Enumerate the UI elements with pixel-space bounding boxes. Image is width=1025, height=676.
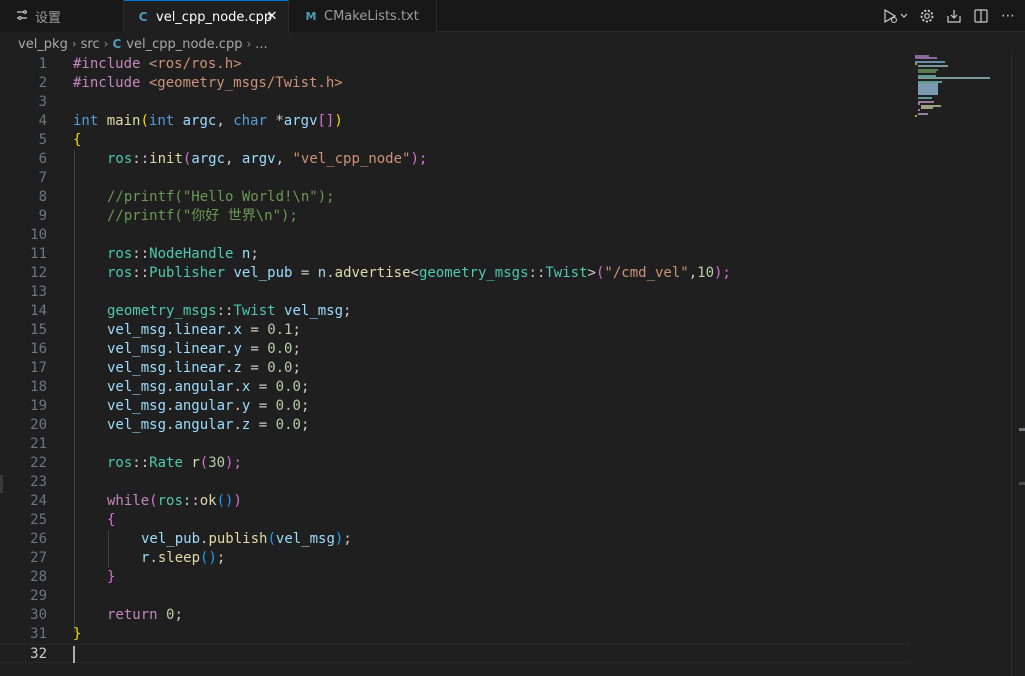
code-line[interactable]: ros::NodeHandle n; xyxy=(107,245,259,264)
breadcrumb-more[interactable]: ... xyxy=(255,37,267,52)
scroll-marker xyxy=(1019,428,1025,431)
line-number: 20 xyxy=(30,417,47,433)
line-number: 5 xyxy=(38,132,47,148)
tab-cmakelists[interactable]: M CMakeLists.txt xyxy=(289,0,437,32)
gutter-marker xyxy=(0,475,3,493)
line-number: 8 xyxy=(38,189,47,205)
tab-settings[interactable]: 设置 xyxy=(0,0,124,32)
cmake-file-icon: M xyxy=(305,9,317,23)
code-line[interactable]: ros::init(argc, argv, "vel_cpp_node"); xyxy=(107,150,427,169)
line-number: 22 xyxy=(30,455,47,471)
line-number: 27 xyxy=(30,550,47,566)
cpp-file-icon: C xyxy=(112,37,122,51)
code-line[interactable]: vel_msg.linear.x = 0.1; xyxy=(107,321,301,340)
code-editor[interactable]: 1 #include <ros/ros.h> 2 #include <geometr… xyxy=(0,55,1025,676)
line-number: 12 xyxy=(30,265,47,281)
line-number: 15 xyxy=(30,322,47,338)
code-line[interactable]: vel_msg.linear.z = 0.0; xyxy=(107,359,301,378)
tab-label: vel_cpp_node.cpp xyxy=(156,9,273,25)
text-cursor xyxy=(73,646,75,663)
line-number: 10 xyxy=(30,227,47,243)
chevron-right-icon: › xyxy=(246,37,252,51)
tab-label: CMakeLists.txt xyxy=(324,8,419,24)
breadcrumb-folder-src[interactable]: src xyxy=(81,37,100,52)
code-line[interactable]: #include <geometry_msgs/Twist.h> xyxy=(73,74,343,93)
line-number: 2 xyxy=(38,75,47,91)
line-number: 1 xyxy=(38,56,47,72)
line-number: 11 xyxy=(30,246,47,262)
code-line[interactable]: //printf("Hello World!\n"); xyxy=(107,188,335,207)
line-number: 31 xyxy=(30,626,47,642)
close-icon[interactable]: ✕ xyxy=(264,9,280,25)
code-line[interactable]: geometry_msgs::Twist vel_msg; xyxy=(107,302,351,321)
code-line[interactable]: ros::Publisher vel_pub = n.advertise<geo… xyxy=(107,264,731,283)
line-number: 21 xyxy=(30,436,47,452)
editor-actions: ⋯ xyxy=(881,0,1017,32)
line-number: 14 xyxy=(30,303,47,319)
code-line[interactable]: ros::Rate r(30); xyxy=(107,454,242,473)
line-number: 6 xyxy=(38,151,47,167)
line-number: 17 xyxy=(30,360,47,376)
vertical-scrollbar[interactable] xyxy=(1011,55,1025,676)
code-line[interactable]: vel_msg.angular.x = 0.0; xyxy=(107,378,309,397)
tab-label: 设置 xyxy=(35,10,62,26)
line-number: 26 xyxy=(30,531,47,547)
code-line[interactable]: } xyxy=(107,568,115,587)
breadcrumb: vel_pkg › src › C vel_cpp_node.cpp › ... xyxy=(0,33,1025,55)
run-debug-icon[interactable] xyxy=(881,7,909,25)
split-editor-icon[interactable] xyxy=(972,7,990,25)
code-line[interactable]: { xyxy=(107,511,115,530)
line-number: 18 xyxy=(30,379,47,395)
minimap[interactable] xyxy=(912,55,1012,125)
code-line[interactable]: vel_msg.linear.y = 0.0; xyxy=(107,340,301,359)
code-line[interactable]: { xyxy=(73,131,81,150)
breadcrumb-folder-vel-pkg[interactable]: vel_pkg xyxy=(18,37,68,52)
line-number: 19 xyxy=(30,398,47,414)
more-actions-icon[interactable]: ⋯ xyxy=(999,7,1017,25)
breadcrumb-file[interactable]: vel_cpp_node.cpp xyxy=(126,37,242,52)
code-line[interactable]: } xyxy=(73,625,81,644)
line-number: 7 xyxy=(38,170,47,186)
code-line[interactable]: while(ros::ok()) xyxy=(107,492,242,511)
code-line[interactable]: vel_msg.angular.y = 0.0; xyxy=(107,397,309,416)
settings-sliders-icon xyxy=(16,9,28,24)
download-icon[interactable] xyxy=(945,7,963,25)
line-number: 3 xyxy=(38,94,47,110)
code-line[interactable]: //printf("你好 世界\n"); xyxy=(107,207,298,226)
tab-vel-cpp-node[interactable]: C vel_cpp_node.cpp ✕ xyxy=(124,0,289,33)
code-line[interactable]: vel_msg.angular.z = 0.0; xyxy=(107,416,309,435)
line-number: 4 xyxy=(38,113,47,129)
scroll-marker xyxy=(1019,482,1025,485)
line-number: 29 xyxy=(30,588,47,604)
cpp-file-icon: C xyxy=(138,10,148,24)
code-line[interactable]: int main(int argc, char *argv[]) xyxy=(73,112,343,131)
line-number: 16 xyxy=(30,341,47,357)
chevron-right-icon: › xyxy=(71,37,77,51)
line-number: 24 xyxy=(30,493,47,509)
line-number: 30 xyxy=(30,607,47,623)
line-number: 32 xyxy=(30,646,47,662)
code-line[interactable]: return 0; xyxy=(107,606,183,625)
code-line[interactable]: vel_pub.publish(vel_msg); xyxy=(141,530,352,549)
line-number: 25 xyxy=(30,512,47,528)
line-number: 13 xyxy=(30,284,47,300)
code-line[interactable]: #include <ros/ros.h> xyxy=(73,55,242,74)
gear-icon[interactable] xyxy=(918,7,936,25)
line-number: 9 xyxy=(38,208,47,224)
chevron-right-icon: › xyxy=(103,37,109,51)
line-number: 23 xyxy=(30,474,47,490)
line-number: 28 xyxy=(30,569,47,585)
tab-bar: 设置 C vel_cpp_node.cpp ✕ M CMakeLists.txt… xyxy=(0,0,1025,33)
code-line[interactable]: r.sleep(); xyxy=(141,549,225,568)
